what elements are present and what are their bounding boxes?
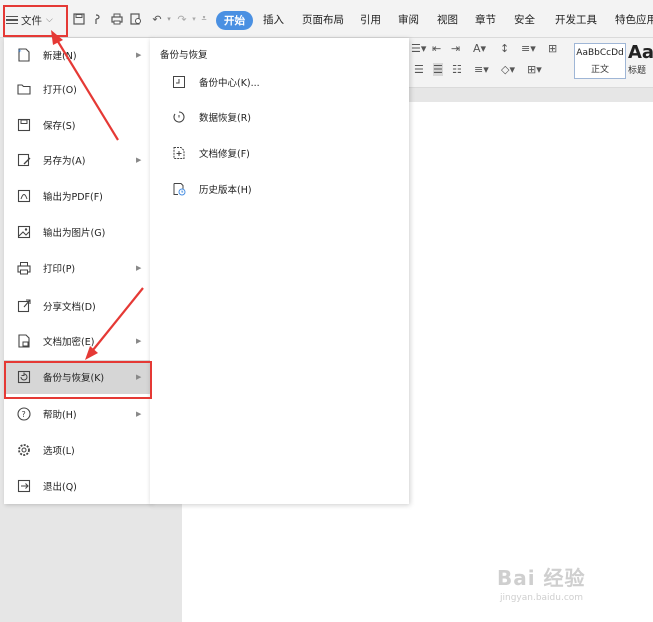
baidu-watermark: Bai 经验 jingyan.baidu.com	[497, 562, 586, 603]
annotation-arrowhead-backup	[85, 346, 98, 360]
annotation-arrow-backup	[92, 287, 144, 351]
watermark-brand: Bai 经验	[497, 566, 586, 590]
watermark-url: jingyan.baidu.com	[500, 593, 584, 603]
annotation-arrows	[51, 30, 144, 360]
annotation-arrowhead-file	[51, 30, 63, 45]
annotation-arrow-file	[56, 39, 119, 141]
